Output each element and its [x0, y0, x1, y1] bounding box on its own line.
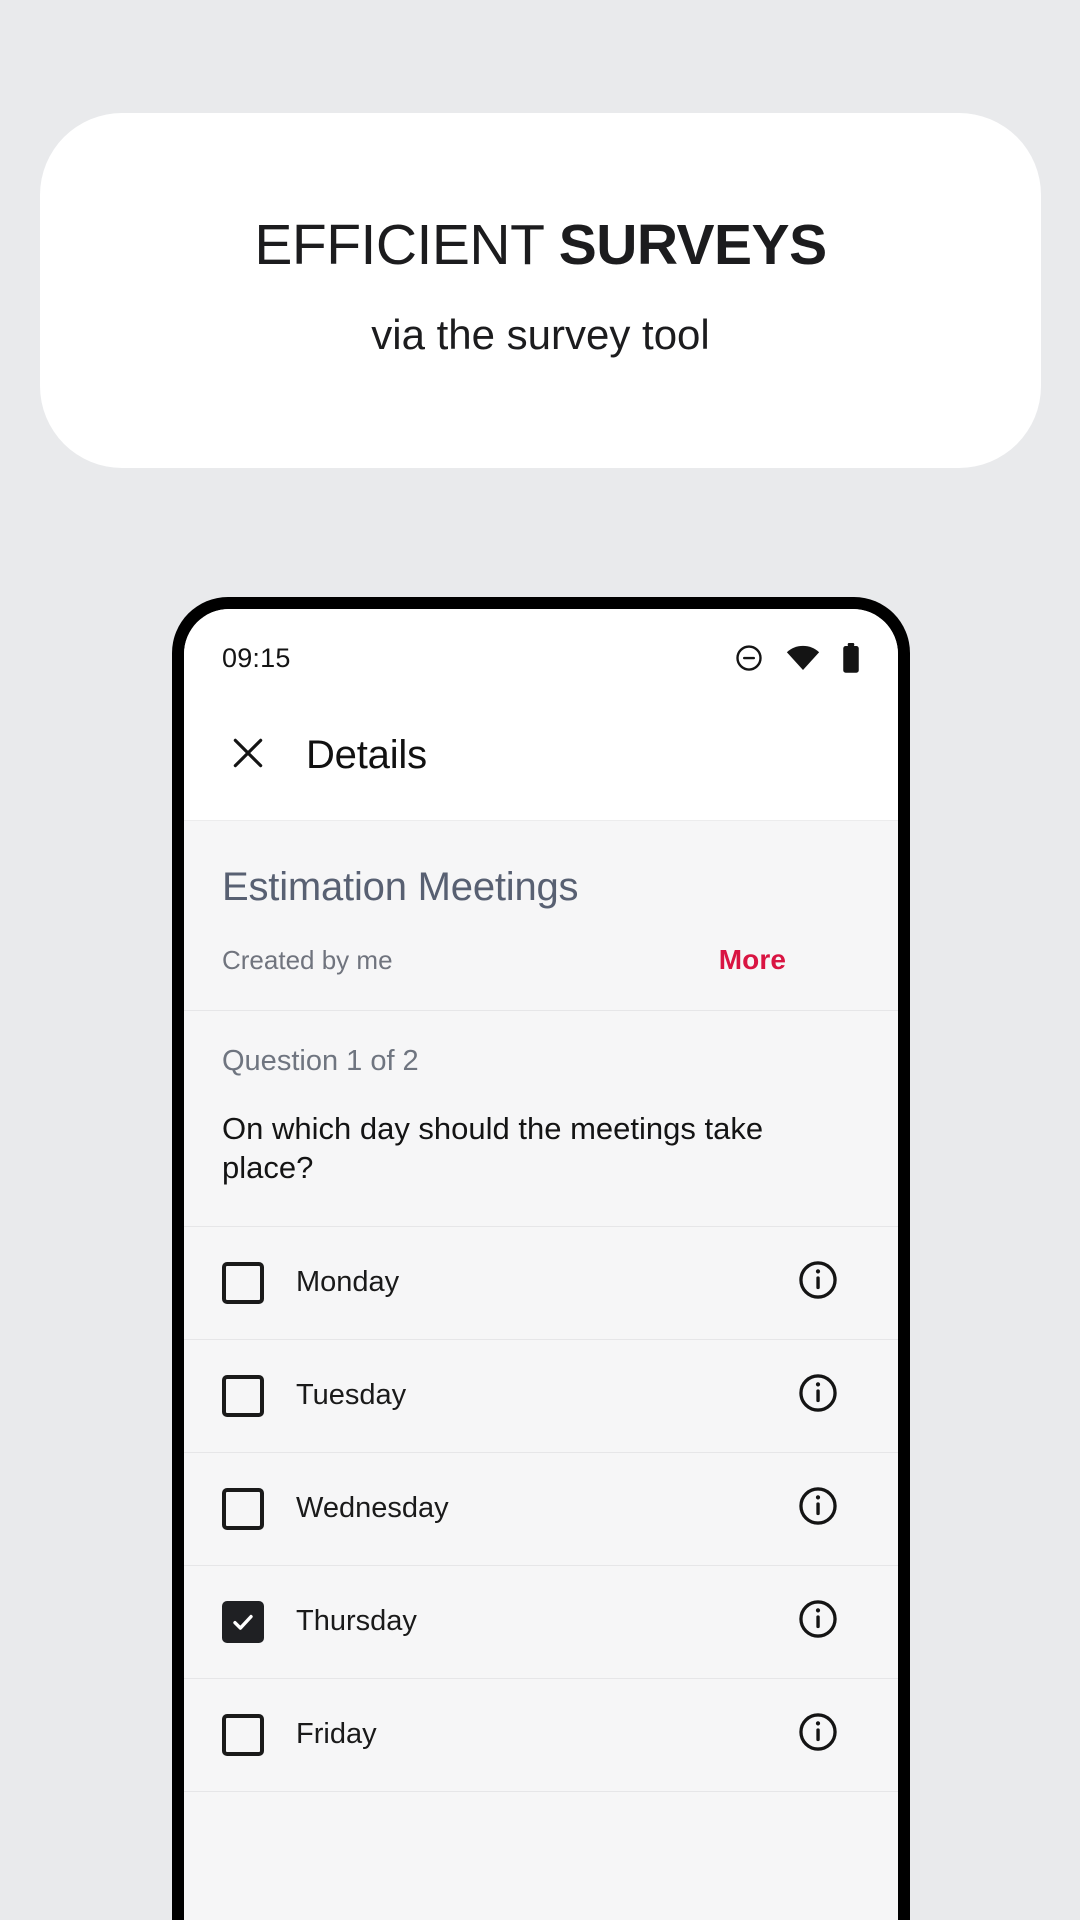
- close-button[interactable]: [222, 730, 274, 782]
- phone-screen: 09:15 Details Estimation Meetings Create…: [184, 609, 898, 1920]
- info-button[interactable]: [794, 1485, 842, 1533]
- option-checkbox[interactable]: [222, 1487, 264, 1530]
- info-button[interactable]: [794, 1259, 842, 1307]
- options-list: Monday Tuesday Wednesday Thursday Friday: [184, 1227, 898, 1792]
- do-not-disturb-icon: [734, 643, 764, 673]
- survey-title: Estimation Meetings: [222, 865, 579, 909]
- option-row[interactable]: Tuesday: [184, 1340, 898, 1453]
- info-button[interactable]: [794, 1711, 842, 1759]
- promo-headline-bold: SURVEYS: [558, 213, 827, 278]
- question-text: On which day should the meetings take pl…: [222, 1111, 764, 1185]
- option-checkbox[interactable]: [222, 1713, 264, 1756]
- promo-headline: EFFICIENT SURVEYS: [254, 213, 827, 278]
- survey-header: Estimation Meetings Created by me More: [184, 821, 898, 1011]
- status-bar: 09:15: [184, 609, 898, 691]
- page-title: Details: [306, 733, 427, 777]
- option-checkbox[interactable]: [222, 1261, 264, 1304]
- info-icon: [796, 1710, 840, 1759]
- content-tail-spacer: [184, 1791, 898, 1920]
- option-label: Tuesday: [296, 1379, 407, 1411]
- battery-icon: [842, 643, 860, 673]
- option-row[interactable]: Monday: [184, 1227, 898, 1340]
- promo-headline-light: EFFICIENT: [254, 213, 559, 278]
- phone-mockup: 09:15 Details Estimation Meetings Create…: [172, 597, 910, 1920]
- option-label: Friday: [296, 1718, 377, 1750]
- more-button[interactable]: More: [719, 944, 786, 976]
- option-row[interactable]: Wednesday: [184, 1453, 898, 1566]
- question-counter: Question 1 of 2: [222, 1045, 419, 1077]
- info-icon: [796, 1371, 840, 1420]
- survey-meta-row: Created by me More: [222, 944, 860, 976]
- wifi-icon: [786, 645, 820, 671]
- info-icon: [796, 1597, 840, 1646]
- question-block: Question 1 of 2 On which day should the …: [184, 1011, 898, 1227]
- app-bar: Details: [184, 691, 898, 821]
- status-bar-icons: [734, 643, 860, 673]
- info-icon: [796, 1484, 840, 1533]
- close-icon: [228, 733, 268, 778]
- option-label: Thursday: [296, 1605, 417, 1637]
- option-checkbox[interactable]: [222, 1600, 264, 1643]
- info-icon: [796, 1258, 840, 1307]
- promo-subtitle: via the survey tool: [371, 311, 710, 359]
- promo-banner: EFFICIENT SURVEYS via the survey tool: [40, 113, 1041, 468]
- option-row[interactable]: Thursday: [184, 1566, 898, 1679]
- survey-content: Estimation Meetings Created by me More Q…: [184, 821, 898, 1920]
- option-label: Monday: [296, 1266, 400, 1298]
- status-bar-time: 09:15: [222, 642, 291, 673]
- survey-author: Created by me: [222, 944, 393, 975]
- option-checkbox[interactable]: [222, 1374, 264, 1417]
- option-row[interactable]: Friday: [184, 1679, 898, 1792]
- info-button[interactable]: [794, 1598, 842, 1646]
- option-label: Wednesday: [296, 1492, 449, 1524]
- info-button[interactable]: [794, 1372, 842, 1420]
